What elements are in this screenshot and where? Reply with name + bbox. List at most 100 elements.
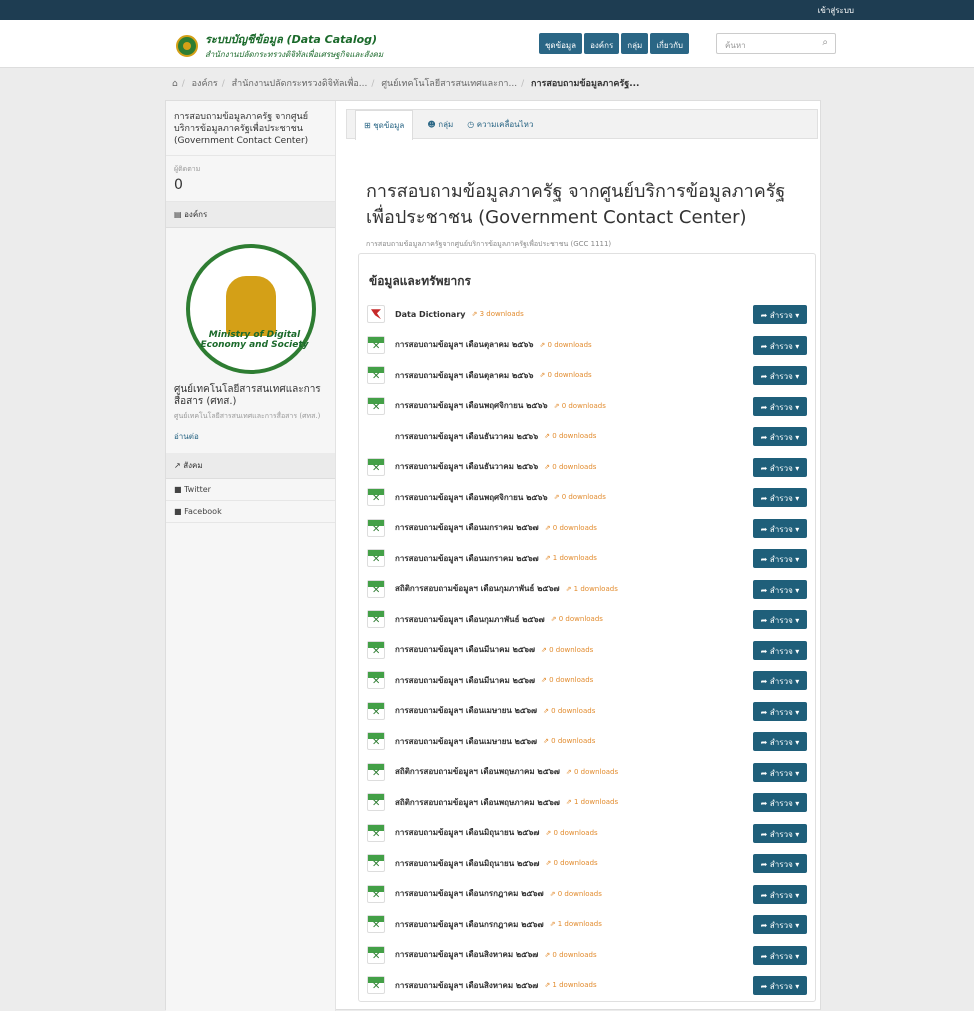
share-arrow-icon: ➦ [760,402,770,412]
breadcrumb-organizations[interactable]: องค์กร [192,79,218,89]
explore-button[interactable]: ➦ สำรวจ ▾ [753,305,807,324]
download-count-text: 1 downloads [552,981,597,990]
explore-button[interactable]: ➦ สำรวจ ▾ [753,610,807,629]
resource-name-link[interactable]: การสอบถามข้อมูลฯ เดือนพฤศจิกายน ๒๕๖๖ [395,399,548,412]
read-more-link[interactable]: อ่านต่อ [174,430,327,443]
explore-button[interactable]: ➦ สำรวจ ▾ [753,793,807,812]
twitter-label: Twitter [184,485,211,494]
resource-name-link[interactable]: Data Dictionary [395,310,466,319]
nav-groups[interactable]: กลุ่ม [621,33,649,54]
excel-file-icon [367,366,385,385]
resource-name-link[interactable]: การสอบถามข้อมูลฯ เดือนมกราคม ๒๕๖๗ [395,521,539,534]
breadcrumb-ministry[interactable]: สำนักงานปลัดกระทรวงดิจิทัลเพื่อ... [232,79,368,89]
tab-datasets[interactable]: ⊞ ชุดข้อมูล [355,109,414,140]
resource-list: Data Dictionary⇗ 3 downloads➦ สำรวจ ▾การ… [359,299,815,1001]
share-arrow-icon: ➦ [760,890,770,900]
organization-seal[interactable]: Ministry of Digital Economy and Society [185,244,316,374]
top-bar: เข้าสู่ระบบ [0,0,974,20]
resource-name-link[interactable]: สถิติการสอบถามข้อมูลฯ เดือนพฤษภาคม ๒๕๖๗ [395,796,560,809]
resource-row: การสอบถามข้อมูลฯ เดือนธันวาคม ๒๕๖๖ ⇗ 0 do… [359,452,815,483]
explore-button[interactable]: ➦ สำรวจ ▾ [753,518,807,538]
nav-organizations[interactable]: องค์กร [584,33,620,54]
facebook-icon: ■ [174,507,185,516]
explore-button[interactable]: ➦ สำรวจ ▾ [753,823,807,843]
resource-name-link[interactable]: การสอบถามข้อมูลฯ เดือนตุลาคม ๒๕๖๖ [395,338,533,351]
resource-name-link[interactable]: การสอบถามข้อมูลฯ เดือนมิถุนายน ๒๕๖๗ [395,826,539,839]
login-link[interactable]: เข้าสู่ระบบ [818,6,854,15]
resource-name-link[interactable]: สถิติการสอบถามข้อมูลฯ เดือนกุมภาพันธ์ ๒๕… [395,582,560,595]
breadcrumb-current[interactable]: การสอบถามข้อมูลภาครัฐ... [531,79,639,89]
twitter-link[interactable]: ■ Twitter [166,479,335,501]
explore-label: สำรวจ [769,494,793,503]
home-icon[interactable]: ⌂ [172,79,178,89]
resource-name-link[interactable]: การสอบถามข้อมูลฯ เดือนธันวาคม ๒๕๖๖ [395,430,538,443]
search-input[interactable]: ค้นหา ⌕ [716,33,836,54]
explore-button[interactable]: ➦ สำรวจ ▾ [753,762,807,782]
share-arrow-icon: ➦ [760,341,770,351]
explore-button[interactable]: ➦ สำรวจ ▾ [753,366,807,385]
explore-button[interactable]: ➦ สำรวจ ▾ [753,396,807,416]
tab-groups[interactable]: ☻ กลุ่ม [427,118,453,131]
explore-button[interactable]: ➦ สำรวจ ▾ [753,427,807,446]
resource-name-link[interactable]: การสอบถามข้อมูลฯ เดือนเมษายน ๒๕๖๗ [395,704,537,717]
nav-about[interactable]: เกี่ยวกับ [650,33,689,54]
explore-label: สำรวจ [769,982,793,991]
resource-name-link[interactable]: สถิติการสอบถามข้อมูลฯ เดือนพฤษภาคม ๒๕๖๗ [395,765,560,778]
download-count-text: 1 downloads [573,798,619,807]
explore-button[interactable]: ➦ สำรวจ ▾ [753,549,807,568]
explore-button[interactable]: ➦ สำรวจ ▾ [753,640,807,660]
pdf-file-icon [367,305,385,324]
explore-button[interactable]: ➦ สำรวจ ▾ [753,884,807,904]
share-arrow-icon: ➦ [760,982,770,991]
search-icon[interactable]: ⌕ [822,37,828,48]
explore-button[interactable]: ➦ สำรวจ ▾ [753,976,807,995]
resource-name-link[interactable]: การสอบถามข้อมูลฯ เดือนตุลาคม ๒๕๖๖ [395,369,533,382]
facebook-link[interactable]: ■ Facebook [166,501,335,523]
social-section-label: สังคม [183,461,203,470]
resource-name-link[interactable]: การสอบถามข้อมูลฯ เดือนกรกฎาคม ๒๕๖๗ [395,918,544,931]
chart-icon: ⇗ [541,676,550,685]
excel-file-icon [367,457,385,476]
resource-name-link[interactable]: การสอบถามข้อมูลฯ เดือนมีนาคม ๒๕๖๗ [395,674,535,687]
resource-row: การสอบถามข้อมูลฯ เดือนพฤศจิกายน ๒๕๖๖ ⇗ 0 … [359,391,815,422]
resource-name-link[interactable]: การสอบถามข้อมูลฯ เดือนเมษายน ๒๕๖๗ [395,735,537,748]
explore-button[interactable]: ➦ สำรวจ ▾ [753,945,807,965]
explore-button[interactable]: ➦ สำรวจ ▾ [753,701,807,721]
organization-name: ศูนย์เทคโนโลยีสารสนเทศและการสื่อสาร (ศทส… [174,384,321,407]
nav-datasets[interactable]: ชุดข้อมูล [539,33,583,54]
explore-button[interactable]: ➦ สำรวจ ▾ [753,488,807,507]
explore-label: สำรวจ [769,372,793,381]
explore-button[interactable]: ➦ สำรวจ ▾ [753,579,807,599]
resource-name-link[interactable]: การสอบถามข้อมูลฯ เดือนธันวาคม ๒๕๖๖ [395,460,538,473]
resource-name-link[interactable]: การสอบถามข้อมูลฯ เดือนมิถุนายน ๒๕๖๗ [395,857,539,870]
breadcrumb-center[interactable]: ศูนย์เทคโนโลยีสารสนเทศและกา... [381,79,517,89]
clock-icon: ◷ [467,119,477,129]
share-arrow-icon: ➦ [760,494,770,503]
share-arrow-icon: ➦ [760,646,770,656]
explore-label: สำรวจ [769,524,793,534]
resource-name-link[interactable]: การสอบถามข้อมูลฯ เดือนมกราคม ๒๕๖๗ [395,552,539,565]
explore-button[interactable]: ➦ สำรวจ ▾ [753,854,807,873]
explore-button[interactable]: ➦ สำรวจ ▾ [753,732,807,751]
explore-label: สำรวจ [769,829,793,839]
explore-button[interactable]: ➦ สำรวจ ▾ [753,457,807,477]
explore-button[interactable]: ➦ สำรวจ ▾ [753,671,807,690]
resource-row: การสอบถามข้อมูลฯ เดือนมกราคม ๒๕๖๗ ⇗ 0 dow… [359,513,815,544]
tab-activity[interactable]: ◷ ความเคลื่อนไหว [467,118,533,131]
chart-icon: ⇗ [549,889,558,898]
resource-name-link[interactable]: การสอบถามข้อมูลฯ เดือนกรกฎาคม ๒๕๖๗ [395,887,544,900]
resource-name-link[interactable]: การสอบถามข้อมูลฯ เดือนสิงหาคม ๒๕๖๗ [395,948,538,961]
caret-down-icon: ▾ [792,402,800,412]
download-count: ⇗ 1 downloads [566,798,618,806]
explore-button[interactable]: ➦ สำรวจ ▾ [753,915,807,934]
download-count-text: 0 downloads [552,462,597,471]
resource-name-link[interactable]: การสอบถามข้อมูลฯ เดือนสิงหาคม ๒๕๖๗ [395,979,538,992]
site-logo[interactable]: ระบบบัญชีข้อมูล (Data Catalog) สำนักงานป… [176,30,383,61]
share-arrow-icon: ➦ [760,311,770,320]
resource-name-link[interactable]: การสอบถามข้อมูลฯ เดือนกุมภาพันธ์ ๒๕๖๗ [395,613,545,626]
download-count-text: 3 downloads [479,310,524,319]
resource-name-link[interactable]: การสอบถามข้อมูลฯ เดือนพฤศจิกายน ๒๕๖๖ [395,491,548,504]
resource-name-link[interactable]: การสอบถามข้อมูลฯ เดือนมีนาคม ๒๕๖๗ [395,643,535,656]
explore-button[interactable]: ➦ สำรวจ ▾ [753,335,807,355]
resource-row: การสอบถามข้อมูลฯ เดือนมีนาคม ๒๕๖๗ ⇗ 0 dow… [359,665,815,696]
